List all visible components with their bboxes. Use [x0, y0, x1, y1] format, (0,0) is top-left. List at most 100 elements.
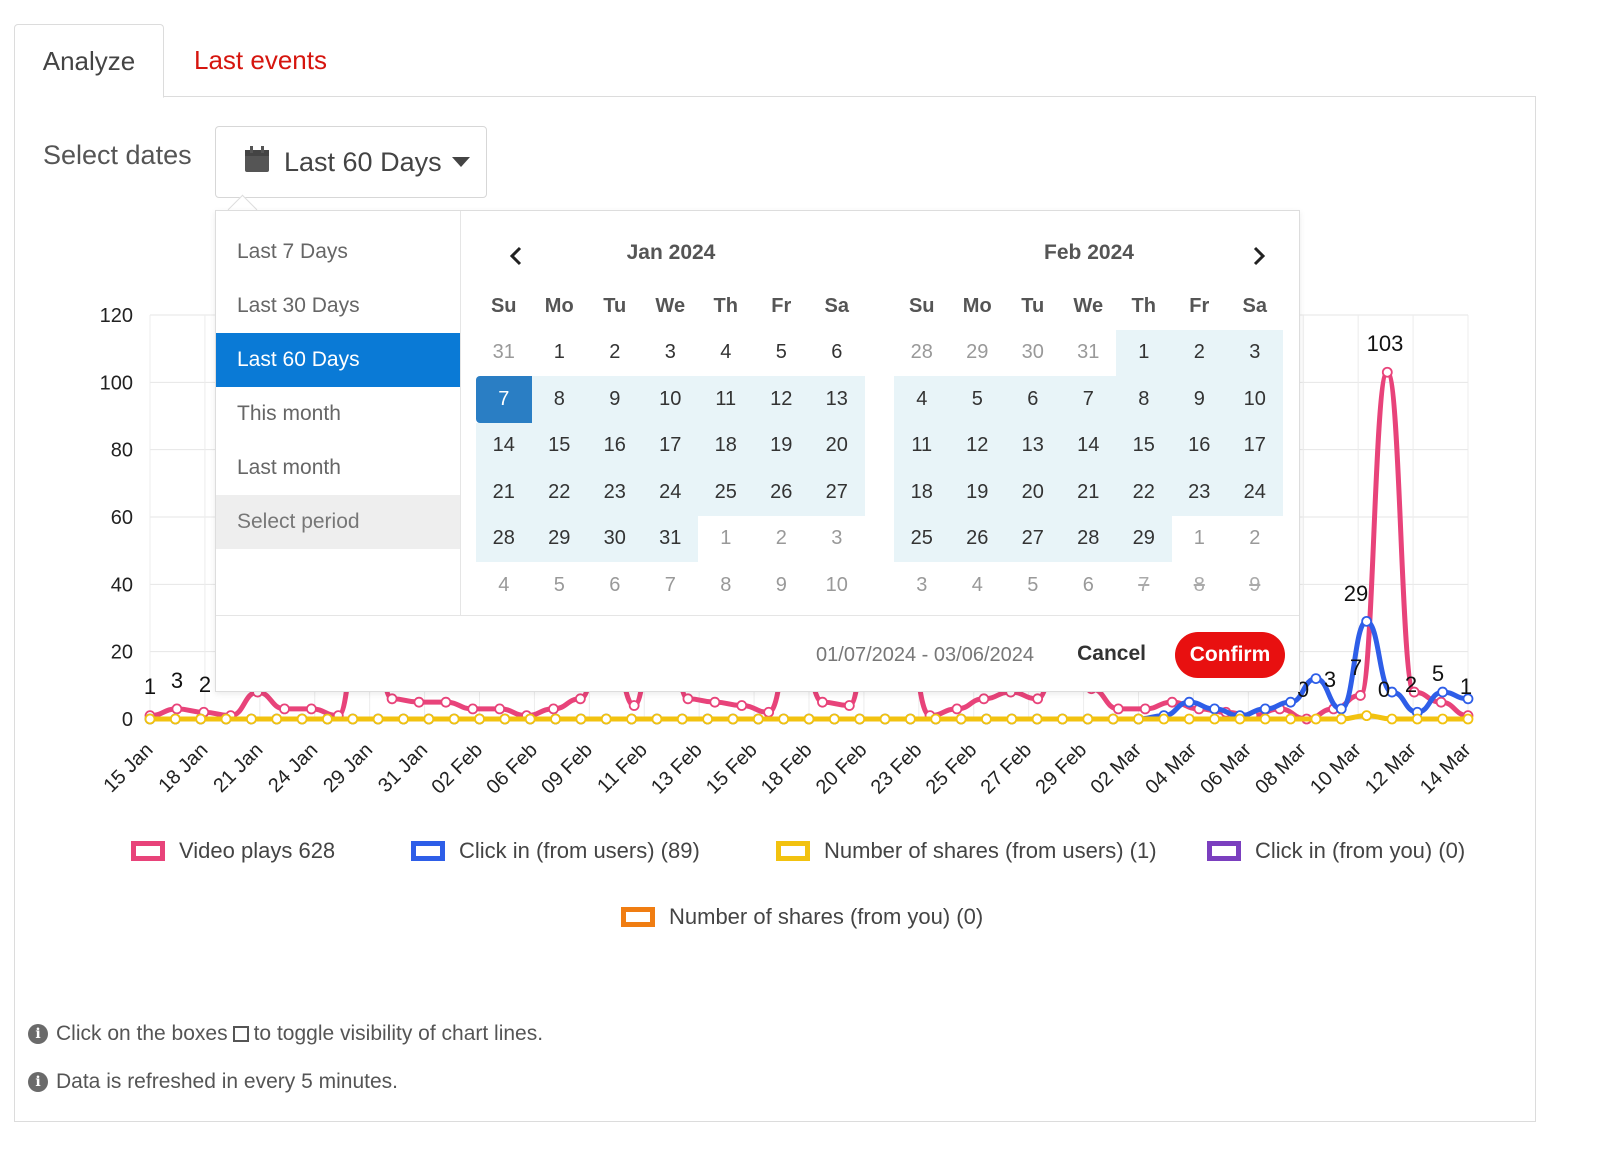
calendar-day[interactable]: 7	[1116, 562, 1172, 609]
legend-item[interactable]: Click in (from you) (0)	[1207, 838, 1465, 864]
calendar-day[interactable]: 25	[698, 469, 754, 516]
calendar-day[interactable]: 17	[1227, 422, 1283, 469]
calendar-day[interactable]: 22	[531, 469, 587, 516]
range-option[interactable]: Last 60 Days	[216, 333, 460, 387]
calendar-day[interactable]: 19	[949, 469, 1005, 516]
calendar-day[interactable]: 19	[753, 422, 809, 469]
calendar-day[interactable]: 4	[476, 562, 532, 609]
calendar-day[interactable]: 3	[894, 562, 950, 609]
calendar-day[interactable]: 23	[1171, 469, 1227, 516]
calendar-day[interactable]: 16	[1171, 422, 1227, 469]
calendar-day[interactable]: 5	[1005, 562, 1061, 609]
calendar-day[interactable]: 2	[754, 516, 810, 563]
legend-toggle-box[interactable]	[776, 841, 810, 861]
legend-item[interactable]: Number of shares (from users) (1)	[776, 838, 1157, 864]
calendar-day[interactable]: 14	[1060, 422, 1116, 469]
calendar-day[interactable]: 30	[1005, 330, 1061, 377]
legend-item[interactable]: Number of shares (from you) (0)	[621, 904, 983, 930]
calendar-day[interactable]: 7	[643, 562, 699, 609]
calendar-day[interactable]: 8	[698, 562, 754, 609]
range-option[interactable]: Select period	[216, 495, 460, 549]
calendar-day[interactable]: 17	[642, 422, 698, 469]
calendar-day[interactable]: 28	[1060, 515, 1116, 562]
calendar-day[interactable]: 13	[809, 376, 865, 423]
calendar-day[interactable]: 2	[1227, 516, 1283, 563]
calendar-day[interactable]: 28	[476, 515, 532, 562]
calendar-day[interactable]: 4	[950, 562, 1006, 609]
calendar-day[interactable]: 12	[949, 422, 1005, 469]
calendar-day[interactable]: 23	[587, 469, 643, 516]
calendar-day[interactable]: 9	[587, 376, 643, 423]
calendar-day[interactable]: 2	[1171, 329, 1227, 376]
calendar-day[interactable]: 9	[1227, 562, 1283, 609]
calendar-day[interactable]: 11	[894, 422, 950, 469]
calendar-day[interactable]: 10	[642, 376, 698, 423]
calendar-day[interactable]: 6	[587, 562, 643, 609]
calendar-day[interactable]: 24	[1227, 469, 1283, 516]
calendar-day[interactable]: 7	[476, 376, 532, 423]
calendar-day[interactable]: 8	[1172, 562, 1228, 609]
next-month-icon[interactable]	[1247, 245, 1269, 267]
calendar-day[interactable]: 21	[1060, 469, 1116, 516]
calendar-day[interactable]: 8	[531, 376, 587, 423]
calendar-day[interactable]: 26	[753, 469, 809, 516]
calendar-day[interactable]: 29	[1116, 515, 1172, 562]
range-option[interactable]: Last 7 Days	[216, 225, 460, 279]
cancel-button[interactable]: Cancel	[1077, 642, 1146, 666]
calendar-day[interactable]: 25	[894, 515, 950, 562]
calendar-day[interactable]: 20	[809, 422, 865, 469]
calendar-day[interactable]: 4	[894, 376, 950, 423]
legend-toggle-box[interactable]	[621, 907, 655, 927]
calendar-day[interactable]: 29	[950, 330, 1006, 377]
calendar-day[interactable]: 10	[1227, 376, 1283, 423]
calendar-day[interactable]: 5	[949, 376, 1005, 423]
calendar-day[interactable]: 6	[809, 330, 865, 377]
calendar-day[interactable]: 1	[1116, 329, 1172, 376]
confirm-button[interactable]: Confirm	[1175, 632, 1285, 678]
calendar-day[interactable]: 3	[643, 330, 699, 377]
calendar-day[interactable]: 8	[1116, 376, 1172, 423]
calendar-day[interactable]: 31	[1061, 330, 1117, 377]
calendar-day[interactable]: 4	[698, 330, 754, 377]
calendar-day[interactable]: 13	[1005, 422, 1061, 469]
calendar-day[interactable]: 29	[531, 515, 587, 562]
range-option[interactable]: This month	[216, 387, 460, 441]
legend-toggle-box[interactable]	[411, 841, 445, 861]
calendar-day[interactable]: 28	[894, 330, 950, 377]
calendar-day[interactable]: 11	[698, 376, 754, 423]
calendar-day[interactable]: 26	[949, 515, 1005, 562]
calendar-day[interactable]: 24	[642, 469, 698, 516]
calendar-day[interactable]: 9	[754, 562, 810, 609]
calendar-day[interactable]: 9	[1171, 376, 1227, 423]
calendar-day[interactable]: 5	[754, 330, 810, 377]
calendar-day[interactable]: 3	[1227, 329, 1283, 376]
calendar-day[interactable]: 27	[1005, 515, 1061, 562]
calendar-day[interactable]: 12	[753, 376, 809, 423]
calendar-day[interactable]: 1	[698, 516, 754, 563]
legend-item[interactable]: Video plays 628	[131, 838, 335, 864]
calendar-day[interactable]: 16	[587, 422, 643, 469]
calendar-day[interactable]: 14	[476, 422, 532, 469]
calendar-day[interactable]: 21	[476, 469, 532, 516]
calendar-day[interactable]: 18	[894, 469, 950, 516]
calendar-day[interactable]: 7	[1060, 376, 1116, 423]
calendar-day[interactable]: 31	[476, 330, 532, 377]
calendar-day[interactable]: 1	[1172, 516, 1228, 563]
calendar-day[interactable]: 15	[1116, 422, 1172, 469]
calendar-day[interactable]: 3	[809, 516, 865, 563]
calendar-day[interactable]: 2	[587, 330, 643, 377]
calendar-day[interactable]: 27	[809, 469, 865, 516]
calendar-day[interactable]: 18	[698, 422, 754, 469]
calendar-day[interactable]: 6	[1005, 376, 1061, 423]
range-option[interactable]: Last 30 Days	[216, 279, 460, 333]
calendar-day[interactable]: 30	[587, 515, 643, 562]
calendar-day[interactable]: 6	[1061, 562, 1117, 609]
calendar-day[interactable]: 15	[531, 422, 587, 469]
legend-toggle-box[interactable]	[1207, 841, 1241, 861]
calendar-day[interactable]: 20	[1005, 469, 1061, 516]
legend-toggle-box[interactable]	[131, 841, 165, 861]
legend-item[interactable]: Click in (from users) (89)	[411, 838, 700, 864]
calendar-day[interactable]: 31	[642, 515, 698, 562]
calendar-day[interactable]: 22	[1116, 469, 1172, 516]
calendar-day[interactable]: 5	[532, 562, 588, 609]
